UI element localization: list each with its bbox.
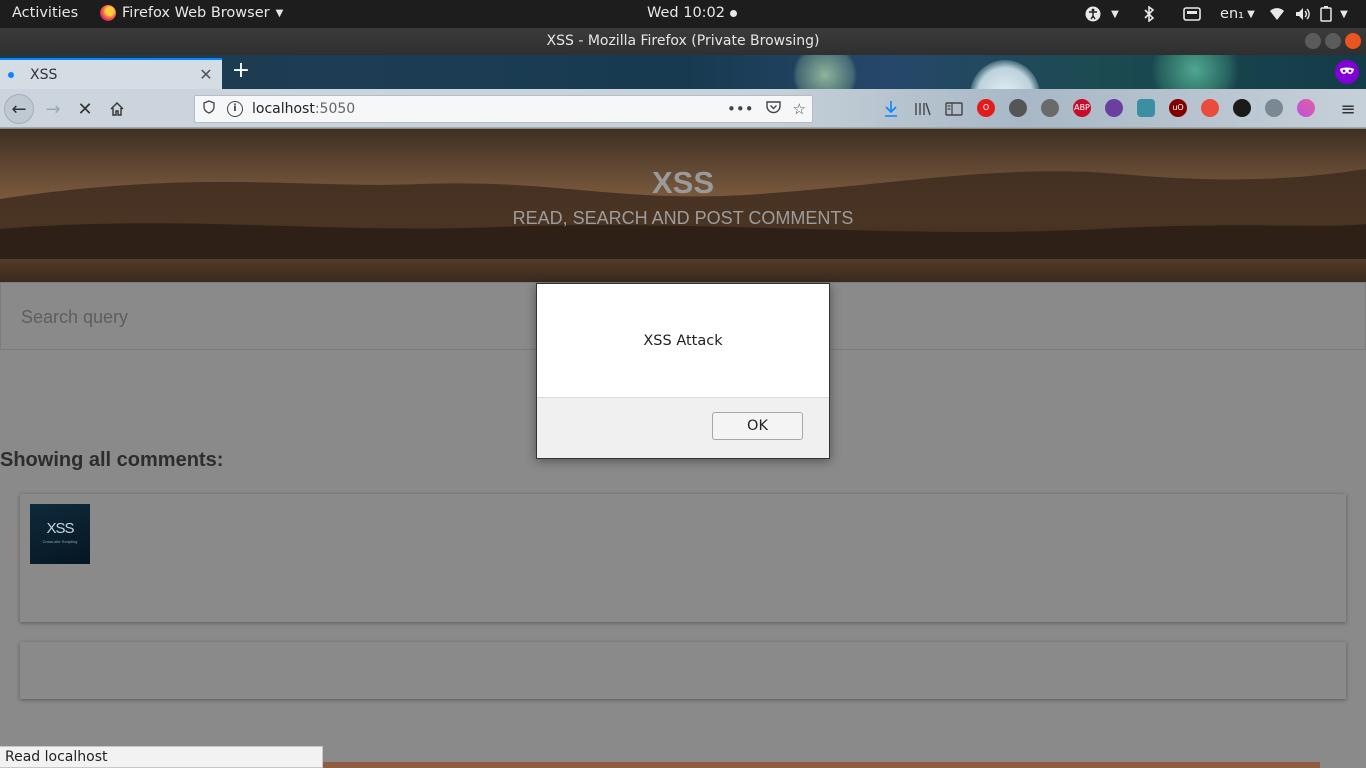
extension-icon[interactable] (1041, 99, 1059, 117)
alert-message: XSS Attack (643, 333, 723, 349)
alert-dialog: XSS Attack OK (536, 283, 830, 459)
extension-icon[interactable] (1009, 99, 1027, 117)
shield-icon[interactable] (203, 100, 217, 118)
download-icon[interactable] (876, 94, 906, 124)
home-icon[interactable] (102, 94, 132, 124)
theme-bokeh-decoration (790, 55, 860, 89)
comment-card (20, 642, 1346, 699)
close-tab-icon[interactable]: ✕ (198, 65, 214, 84)
app-menu-label: Firefox Web Browser (122, 5, 270, 21)
navigation-toolbar: ← → ✕ i localhost:5050 ••• ☆ O ABP uO ≡ (0, 89, 1366, 128)
accessibility-icon[interactable] (1082, 4, 1104, 24)
page-title: XSS (651, 165, 715, 200)
keyboard-layout[interactable]: en₁ (1212, 4, 1244, 24)
adblock-plus-icon[interactable]: ABP (1073, 99, 1091, 117)
ok-button[interactable]: OK (712, 412, 803, 440)
account-icon[interactable] (1265, 99, 1283, 117)
extension-icon[interactable] (1233, 99, 1251, 117)
url-bar[interactable]: i localhost:5050 ••• ☆ (194, 95, 813, 123)
page-subtitle: READ, SEARCH AND POST COMMENTS (512, 208, 854, 228)
volume-icon[interactable] (1290, 4, 1316, 24)
url-text[interactable]: localhost:5050 (252, 101, 355, 117)
chevron-down-icon: ▼ (1111, 8, 1119, 20)
tab-strip: XSS ✕ + (0, 55, 1366, 89)
info-icon[interactable]: i (227, 101, 243, 117)
menu-icon[interactable]: ≡ (1333, 94, 1363, 124)
battery-icon[interactable] (1316, 4, 1336, 24)
opera-extension-icon[interactable]: O (977, 99, 995, 117)
clock[interactable]: Wed 10:02 (647, 5, 738, 21)
sidebar-icon[interactable] (939, 94, 969, 124)
firefox-icon (100, 5, 116, 21)
system-top-bar: Activities Firefox Web Browser ▼ Wed 10:… (0, 0, 1366, 28)
hero-banner: XSS READ, SEARCH AND POST COMMENTS (0, 129, 1366, 282)
new-tab-icon[interactable]: + (230, 60, 252, 82)
status-bar: Read localhost (0, 746, 323, 768)
forward-icon[interactable]: → (38, 94, 68, 124)
comment-card: XSS Cross-site Scripting (20, 494, 1346, 622)
bluetooth-icon[interactable] (1126, 4, 1172, 24)
clock-label: Wed 10:02 (647, 5, 726, 21)
close-window-icon[interactable] (1345, 33, 1361, 49)
theme-bokeh-decoration (970, 60, 1040, 89)
footer-strip (322, 762, 1320, 768)
private-browsing-icon (1335, 60, 1359, 84)
maximize-icon[interactable] (1325, 33, 1341, 49)
comments-heading: Showing all comments: (0, 449, 224, 471)
extension-icon[interactable] (1297, 99, 1315, 117)
chevron-down-icon: ▼ (1247, 8, 1255, 20)
system-tray[interactable]: ▼ en₁ ▼ ▼ (1082, 4, 1352, 24)
window-title-bar[interactable]: XSS - Mozilla Firefox (Private Browsing) (0, 28, 1366, 55)
wifi-icon[interactable] (1264, 4, 1290, 24)
extension-icon[interactable] (1105, 99, 1123, 117)
more-icon[interactable]: ••• (727, 100, 754, 118)
library-icon[interactable] (908, 94, 938, 124)
comment-image-title: XSS (46, 520, 74, 537)
tab-title: XSS (30, 66, 58, 83)
extension-icon[interactable] (1137, 99, 1155, 117)
ublock-origin-icon[interactable]: uO (1169, 99, 1187, 117)
chevron-down-icon: ▼ (275, 7, 284, 19)
activities-button[interactable]: Activities (12, 5, 78, 21)
drive-icon[interactable] (1172, 4, 1212, 24)
comment-image: XSS Cross-site Scripting (30, 504, 90, 564)
comment-image-caption: Cross-site Scripting (42, 539, 78, 544)
tab-xss[interactable]: XSS ✕ (0, 58, 222, 89)
star-icon[interactable]: ☆ (793, 100, 806, 118)
back-icon[interactable]: ← (4, 94, 34, 124)
app-menu[interactable]: Firefox Web Browser ▼ (100, 5, 283, 21)
minimize-icon[interactable] (1305, 33, 1321, 49)
chevron-down-icon: ▼ (1340, 8, 1348, 20)
window-title: XSS - Mozilla Firefox (Private Browsing) (546, 33, 820, 49)
extension-icon[interactable] (1201, 99, 1219, 117)
theme-bokeh-decoration (1140, 55, 1250, 89)
stop-icon[interactable]: ✕ (70, 94, 100, 124)
alert-footer: OK (537, 397, 829, 458)
notification-dot-icon (730, 9, 738, 17)
pocket-icon[interactable] (765, 100, 781, 118)
url-host: localhost (252, 101, 315, 117)
url-port: :5050 (314, 101, 356, 117)
loading-icon (8, 71, 14, 78)
